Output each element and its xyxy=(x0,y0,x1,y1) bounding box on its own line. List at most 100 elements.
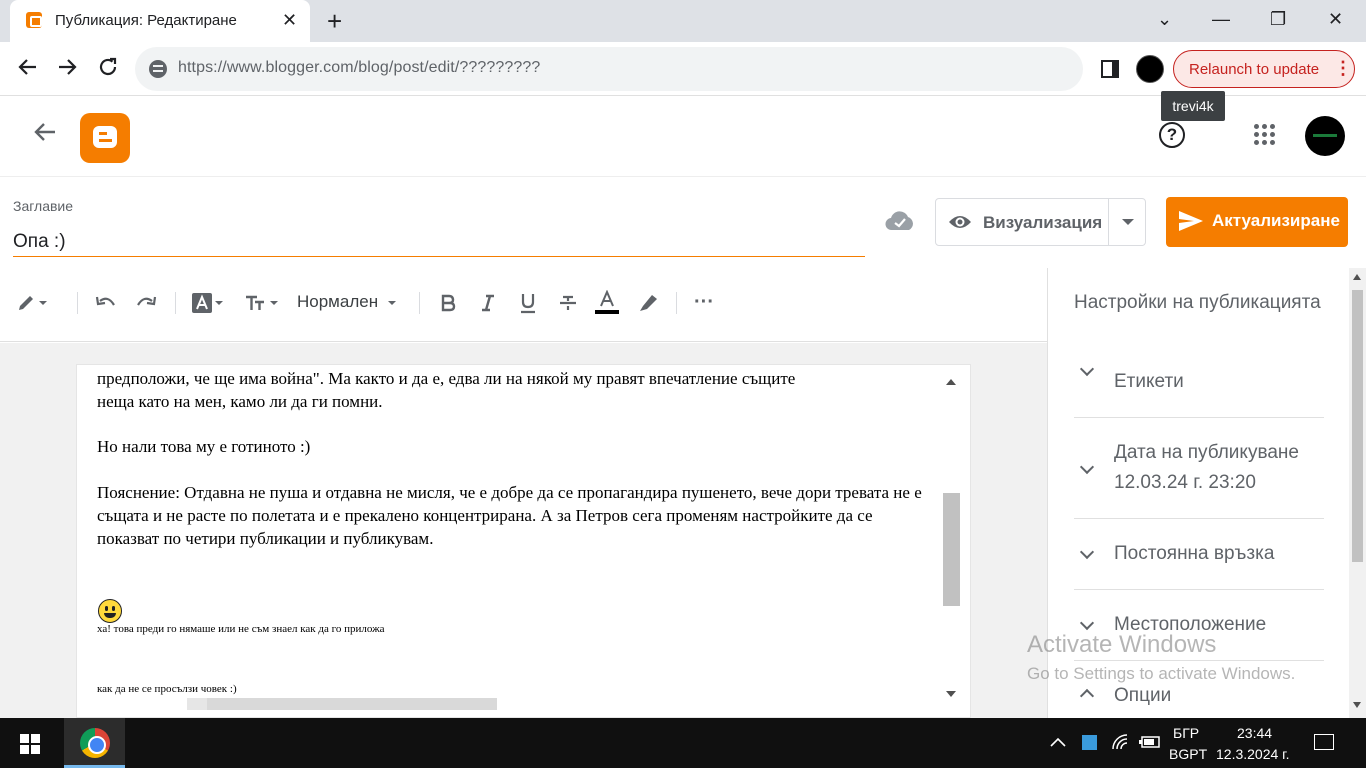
pencil-icon xyxy=(19,295,33,310)
toolbar-divider xyxy=(175,292,176,314)
page-scrollbar[interactable] xyxy=(1349,268,1366,718)
windows-taskbar: БГР BGPT 23:44 12.3.2024 г. xyxy=(0,718,1366,768)
undo-button[interactable] xyxy=(95,288,117,316)
windows-start-icon[interactable] xyxy=(20,734,40,754)
update-button[interactable]: Актуализиране xyxy=(1166,197,1348,247)
activate-windows-watermark: Activate Windows xyxy=(1027,631,1217,658)
clock-date[interactable]: 12.3.2024 г. xyxy=(1216,746,1289,762)
bold-button[interactable] xyxy=(440,288,456,316)
site-info-icon[interactable] xyxy=(149,60,167,78)
settings-item-label: Дата на публикуване xyxy=(1114,442,1299,463)
side-panel-icon[interactable] xyxy=(1101,60,1119,78)
chevron-down-icon xyxy=(1079,544,1095,560)
compose-mode-button[interactable] xyxy=(16,288,47,316)
settings-item-permalink[interactable]: Постоянна връзка xyxy=(1074,519,1324,590)
blogger-logo[interactable] xyxy=(80,113,130,163)
paragraph-style-dropdown[interactable]: Нормален xyxy=(297,288,397,316)
relaunch-button[interactable]: Relaunch to update ⋮ xyxy=(1173,50,1355,88)
chevron-down-icon xyxy=(1079,615,1095,631)
underline-button[interactable] xyxy=(519,288,537,316)
post-title-input[interactable] xyxy=(13,228,865,257)
font-size-button[interactable] xyxy=(245,288,278,316)
strikethrough-button[interactable] xyxy=(558,288,578,316)
body-text-line: неща като на мен, камо ли да ги помни. xyxy=(97,392,383,411)
settings-title: Настройки на публикацията xyxy=(1074,292,1321,313)
post-body-editor[interactable]: предположи, че ще има война". Ма както и… xyxy=(76,364,971,718)
redo-icon xyxy=(137,296,157,306)
battery-icon[interactable] xyxy=(1139,735,1161,749)
settings-item-publish-date[interactable]: Дата на публикуване 12.03.24 г. 23:20 xyxy=(1074,418,1324,519)
blogger-favicon-icon xyxy=(26,12,42,28)
highlight-button[interactable] xyxy=(637,288,659,316)
editor-scrollbar-thumb[interactable] xyxy=(943,493,960,606)
smiley-emoji-icon xyxy=(98,599,122,623)
back-button[interactable] xyxy=(17,56,39,84)
settings-item-label: Опции xyxy=(1114,685,1172,706)
arrow-back-icon xyxy=(34,123,55,141)
font-size-icon xyxy=(246,295,264,310)
redo-button[interactable] xyxy=(135,288,157,316)
body-text-line: предположи, че ще има война". Ма както и… xyxy=(97,369,796,388)
underline-icon xyxy=(521,293,535,313)
maximize-button[interactable]: ❐ xyxy=(1270,6,1286,32)
relaunch-label: Relaunch to update xyxy=(1189,61,1320,78)
reload-button[interactable] xyxy=(97,56,119,84)
apps-grid-icon[interactable] xyxy=(1254,124,1276,146)
more-menu-icon[interactable]: ⋮ xyxy=(1334,58,1352,79)
forward-arrow-icon xyxy=(59,59,77,75)
send-icon xyxy=(1179,211,1203,231)
highlighter-icon xyxy=(640,294,657,311)
chevron-down-icon[interactable] xyxy=(1122,219,1134,225)
scroll-down-arrow-icon[interactable] xyxy=(1353,702,1361,708)
toolbar-divider xyxy=(77,292,78,314)
text-color-button[interactable] xyxy=(594,288,620,316)
chrome-icon xyxy=(80,728,110,758)
activate-windows-hint: Go to Settings to activate Windows. xyxy=(1027,664,1296,683)
embedded-screenshot-image[interactable] xyxy=(97,698,497,710)
minimize-button[interactable]: — xyxy=(1212,6,1230,32)
cloud-saved-icon xyxy=(885,211,913,231)
eye-icon xyxy=(949,216,971,228)
scroll-up-arrow-icon[interactable] xyxy=(946,379,956,385)
url-text[interactable]: https://www.blogger.com/blog/post/edit/?… xyxy=(178,59,540,77)
input-language[interactable]: БГР xyxy=(1173,725,1199,741)
tray-chevron-up-icon[interactable] xyxy=(1049,736,1067,748)
clock-time[interactable]: 23:44 xyxy=(1237,725,1272,741)
preview-button[interactable]: Визуализация xyxy=(935,198,1146,246)
wifi-icon[interactable] xyxy=(1111,733,1131,751)
chevron-down-icon xyxy=(1079,361,1095,377)
back-to-posts-button[interactable] xyxy=(32,119,58,152)
profile-icon[interactable] xyxy=(1136,55,1164,83)
preview-divider xyxy=(1108,199,1109,245)
update-label: Актуализиране xyxy=(1212,211,1340,230)
close-window-button[interactable]: ✕ xyxy=(1328,6,1343,32)
address-bar[interactable]: https://www.blogger.com/blog/post/edit/?… xyxy=(135,47,1083,91)
tray-app-icon[interactable] xyxy=(1082,735,1097,750)
back-arrow-icon xyxy=(18,59,36,75)
forward-button[interactable] xyxy=(56,56,78,84)
help-icon[interactable]: ? xyxy=(1159,122,1185,148)
text-color-icon xyxy=(595,289,619,314)
chrome-taskbar-button[interactable] xyxy=(64,718,125,768)
browser-tab-active[interactable]: Публикация: Редактиране ✕ xyxy=(10,0,310,42)
scroll-up-arrow-icon[interactable] xyxy=(1353,274,1361,280)
chevron-down-icon xyxy=(1079,459,1095,475)
italic-icon xyxy=(482,294,494,311)
browser-toolbar: https://www.blogger.com/blog/post/edit/?… xyxy=(0,42,1366,96)
font-family-button[interactable] xyxy=(192,288,223,316)
page-scrollbar-thumb[interactable] xyxy=(1352,290,1363,562)
new-tab-button[interactable]: + xyxy=(327,8,342,34)
notifications-icon[interactable] xyxy=(1314,734,1334,750)
account-avatar[interactable] xyxy=(1305,116,1345,156)
scroll-down-arrow-icon[interactable] xyxy=(946,691,956,697)
chevron-up-icon xyxy=(1079,688,1095,704)
toolbar-divider xyxy=(676,292,677,314)
browser-tab-strip: Публикация: Редактиране ✕ + ⌄ — ❐ ✕ xyxy=(0,0,1366,42)
italic-button[interactable] xyxy=(480,288,496,316)
editor-scrollbar[interactable] xyxy=(941,373,961,709)
more-options-button[interactable]: ··· xyxy=(694,288,714,316)
tab-close-icon[interactable]: ✕ xyxy=(282,9,297,31)
keyboard-layout[interactable]: BGPT xyxy=(1169,746,1207,762)
settings-item-labels[interactable]: Етикети xyxy=(1074,354,1324,418)
tab-search-icon[interactable]: ⌄ xyxy=(1157,6,1172,32)
